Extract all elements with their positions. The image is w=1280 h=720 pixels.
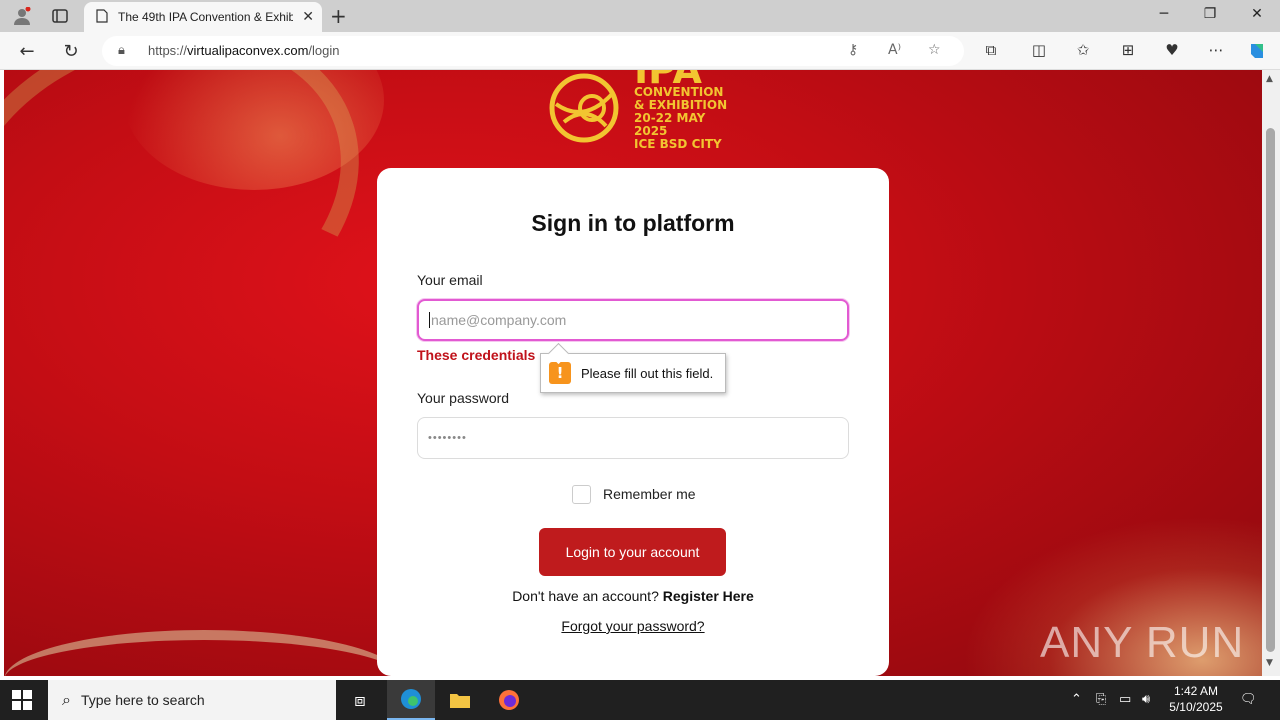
text-caret (429, 312, 430, 328)
browser-titlebar: The 49th IPA Convention & Exhibition ✕ +… (0, 0, 1280, 32)
remember-me-checkbox[interactable] (572, 485, 591, 504)
warning-icon: ! (549, 362, 571, 384)
address-bar[interactable]: 🔒︎ https://virtualipaconvex.com/login ⚷ … (102, 36, 964, 66)
logo-subtitle: CONVENTION & EXHIBITION 20-22 MAY 2025 I… (634, 85, 728, 151)
validation-tooltip: ! Please fill out this field. (540, 353, 726, 393)
remember-me-label[interactable]: Remember me (603, 486, 696, 502)
volume-icon[interactable]: 🔊︎ (1142, 692, 1150, 707)
notifications-icon[interactable]: 🗨︎ (1240, 692, 1257, 707)
search-icon: ⌕ (62, 690, 71, 709)
email-label: Your email (417, 272, 483, 288)
split-screen-icon[interactable]: ◫ (1028, 41, 1050, 59)
lock-icon[interactable]: 🔒︎ (118, 43, 125, 58)
page-title: Sign in to platform (531, 210, 735, 236)
favorites-icon[interactable]: ✩ (1072, 41, 1094, 59)
decorative-wave (4, 630, 404, 676)
minimize-button[interactable]: ─ (1152, 6, 1176, 22)
forgot-password-link[interactable]: Forgot your password? (377, 618, 889, 634)
new-tab-button[interactable]: + (330, 4, 347, 28)
tray-chevron-icon[interactable]: ⌃ (1071, 692, 1082, 707)
ipa-logo: IPA CONVENTION & EXHIBITION 20-22 MAY 20… (534, 70, 734, 151)
file-explorer-icon[interactable] (436, 680, 484, 720)
address-toolbar: ← ↻ 🔒︎ https://virtualipaconvex.com/logi… (0, 32, 1280, 70)
page-scrollbar[interactable]: ▲ ▼ (1262, 70, 1280, 676)
profile-icon[interactable] (12, 6, 32, 26)
scroll-thumb[interactable] (1266, 128, 1275, 652)
scroll-up-icon[interactable]: ▲ (1266, 74, 1273, 84)
scroll-down-icon[interactable]: ▼ (1266, 658, 1273, 668)
key-icon[interactable]: ⚷ (848, 42, 858, 58)
copilot-icon[interactable] (1246, 41, 1268, 65)
email-placeholder: name@company.com (431, 312, 567, 328)
edge-taskbar-icon[interactable] (387, 680, 435, 720)
password-value: •••••••• (428, 432, 467, 444)
collections-icon[interactable]: ⊞ (1117, 41, 1139, 59)
more-menu-icon[interactable]: ⋯ (1205, 41, 1227, 59)
refresh-button[interactable]: ↻ (60, 40, 82, 62)
login-card: Sign in to platform Your email name@comp… (377, 168, 889, 676)
register-link[interactable]: Register Here (663, 588, 754, 604)
taskbar-clock[interactable]: 1:42 AM 5/10/2025 (1160, 683, 1232, 715)
windows-taskbar: ⌕ Type here to search ⧈ ⌃ ⎘ ▭ 🔊︎ 1:42 AM… (0, 680, 1280, 720)
back-button[interactable]: ← (16, 40, 38, 62)
browser-essentials-icon[interactable]: ♥ (1161, 41, 1183, 59)
network-icon[interactable]: ▭ (1119, 692, 1131, 707)
register-prompt: Don't have an account? Register Here (377, 588, 889, 604)
windows-start-icon[interactable] (12, 690, 34, 712)
restore-button[interactable]: ❐ (1198, 6, 1222, 22)
login-button[interactable]: Login to your account (539, 528, 726, 576)
close-window-button[interactable]: ✕ (1245, 6, 1269, 22)
page-background: IPA CONVENTION & EXHIBITION 20-22 MAY 20… (4, 70, 1262, 676)
no-account-text: Don't have an account? (512, 588, 659, 604)
tray-device-icon[interactable]: ⎘ (1096, 692, 1106, 707)
anyrun-watermark: ANY RUN (1040, 618, 1245, 667)
favorite-star-icon[interactable]: ☆ (928, 42, 941, 58)
close-tab-icon[interactable]: ✕ (302, 9, 314, 25)
password-label: Your password (417, 390, 510, 406)
ipa-logo-mark-icon (549, 73, 619, 143)
tab-actions-icon[interactable] (50, 6, 70, 26)
url-text[interactable]: https://virtualipaconvex.com/login (148, 43, 340, 58)
error-message: These credentials (417, 347, 536, 363)
taskbar-search[interactable]: ⌕ Type here to search (48, 680, 336, 720)
read-aloud-icon[interactable]: A⁾ (888, 42, 901, 58)
tooltip-text: Please fill out this field. (581, 365, 714, 381)
taskbar-search-placeholder: Type here to search (80, 692, 205, 708)
password-field[interactable]: •••••••• (417, 417, 849, 459)
tab-title: The 49th IPA Convention & Exhibition (118, 10, 293, 24)
extensions-icon[interactable]: ⧉ (980, 41, 1002, 59)
email-field[interactable]: name@company.com (417, 299, 849, 341)
browser-tab[interactable]: The 49th IPA Convention & Exhibition ✕ (84, 2, 322, 32)
page-icon (96, 8, 108, 27)
task-view-icon[interactable]: ⧈ (336, 680, 384, 720)
firefox-icon[interactable] (485, 680, 533, 720)
